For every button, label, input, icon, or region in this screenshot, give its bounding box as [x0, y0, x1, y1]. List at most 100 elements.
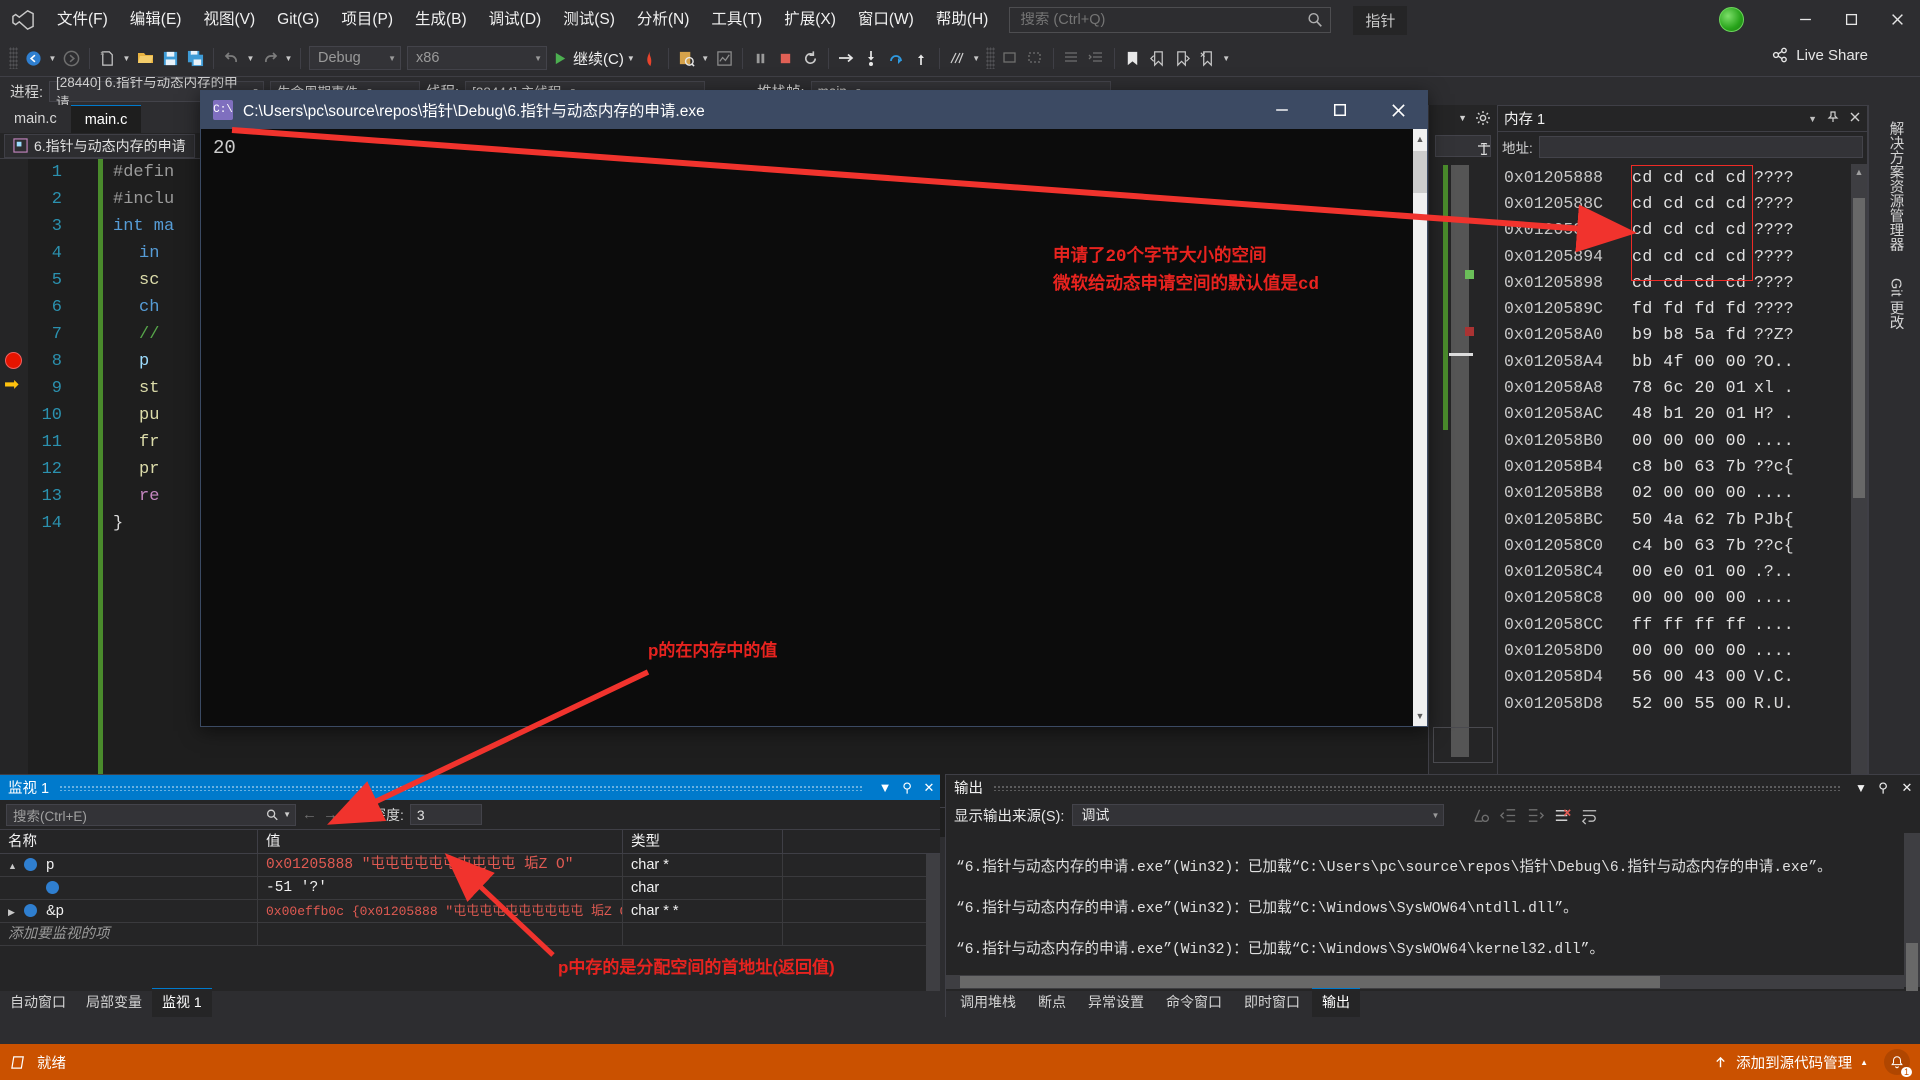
increase-indent-icon[interactable] — [1084, 45, 1109, 71]
tab-output[interactable]: 输出 — [1312, 988, 1360, 1017]
watch-vertical-scrollbar[interactable] — [926, 854, 940, 991]
navigate-forward-icon[interactable] — [59, 45, 84, 71]
save-icon[interactable] — [158, 45, 183, 71]
watch-value[interactable]: 0x00effb0c {0x01205888 "屯屯屯屯屯屯屯屯屯屯 垢Z O"… — [258, 899, 623, 923]
navigate-back-icon[interactable] — [21, 45, 46, 71]
minimize-button[interactable] — [1782, 0, 1828, 38]
watch-search-input[interactable]: 搜索(Ctrl+E) ▼ — [6, 803, 296, 826]
menu-test[interactable]: 测试(S) — [552, 0, 626, 40]
project-scope-combo[interactable]: 6.指针与动态内存的申请 — [4, 133, 195, 158]
tab-call-stack[interactable]: 调用堆栈 — [950, 989, 1026, 1017]
vtab-git-changes[interactable]: Git 更改 — [1883, 268, 1907, 340]
notifications-button[interactable]: 1 — [1884, 1049, 1912, 1077]
menu-project[interactable]: 项目(P) — [330, 0, 404, 40]
open-file-icon[interactable] — [133, 45, 158, 71]
step-over-icon[interactable] — [884, 45, 909, 71]
next-bookmark-icon[interactable] — [1170, 45, 1195, 71]
menu-edit[interactable]: 编辑(E) — [119, 0, 193, 40]
maximize-button[interactable] — [1828, 0, 1874, 38]
scroll-up-icon[interactable]: ▲ — [1413, 129, 1427, 149]
scroll-up-icon[interactable]: ▲ — [1851, 164, 1867, 180]
title-drag-dots[interactable] — [59, 784, 864, 791]
output-hscroll-thumb[interactable] — [960, 976, 1660, 988]
close-icon[interactable]: ✕ — [918, 780, 940, 796]
close-button[interactable] — [1874, 0, 1920, 38]
chevron-down-icon[interactable]: ▼ — [874, 780, 896, 795]
table-row[interactable]: -51 '?' char — [0, 876, 940, 900]
console-scroll-thumb[interactable] — [1413, 151, 1427, 193]
clear-bookmarks-icon[interactable] — [1195, 45, 1220, 71]
title-drag-dots[interactable] — [993, 784, 1840, 791]
hot-reload-icon[interactable] — [638, 45, 663, 71]
watch-name-cell[interactable]: ▶ &p — [0, 899, 258, 923]
whitespace-dropdown[interactable]: ▼ — [970, 45, 983, 71]
column-header-value[interactable]: 值 — [258, 829, 623, 854]
undo-icon[interactable] — [219, 45, 244, 71]
search-depth-input[interactable]: 3 — [409, 804, 482, 825]
save-all-icon[interactable] — [183, 45, 208, 71]
memory-address-input[interactable] — [1538, 136, 1863, 158]
go-to-previous-message-icon[interactable] — [1499, 806, 1518, 825]
column-header-type[interactable]: 类型 — [623, 829, 783, 854]
column-header-name[interactable]: 名称 — [0, 829, 258, 854]
live-preview-dropdown[interactable]: ▼ — [699, 45, 712, 71]
table-row[interactable]: ▲ p 0x01205888 "屯屯屯屯屯屯屯屯屯屯 垢Z O" char * — [0, 853, 940, 877]
split-view-icon[interactable] — [1475, 143, 1493, 155]
solution-configuration-combo[interactable]: Debug ▼ — [309, 46, 401, 70]
toolbar-grip[interactable] — [9, 47, 18, 69]
scroll-down-icon[interactable]: ▼ — [1413, 706, 1427, 726]
show-whitespace-icon[interactable] — [945, 45, 970, 71]
output-text-area[interactable]: “6.指针与动态内存的申请.exe”(Win32)：已加载“C:\Users\p… — [946, 833, 1904, 988]
close-icon[interactable] — [1849, 111, 1861, 127]
tab-immediate-window[interactable]: 即时窗口 — [1234, 989, 1310, 1017]
add-watch-placeholder[interactable]: 添加要监视的项 — [0, 922, 258, 946]
undo-dropdown[interactable]: ▼ — [244, 45, 257, 71]
chevron-down-icon[interactable]: ▼ — [1850, 781, 1872, 795]
toolbar-grip[interactable] — [985, 47, 995, 69]
table-row[interactable]: ▶ &p 0x00effb0c {0x01205888 "屯屯屯屯屯屯屯屯屯屯 … — [0, 899, 940, 923]
watch-name-cell[interactable]: ▲ p — [0, 853, 258, 877]
live-preview-icon[interactable] — [674, 45, 699, 71]
menu-window[interactable]: 窗口(W) — [847, 0, 925, 40]
add-to-source-control-button[interactable]: 添加到源代码管理 ▲ — [1713, 1052, 1868, 1073]
user-avatar[interactable] — [1719, 7, 1744, 32]
redo-icon[interactable] — [257, 45, 282, 71]
tab-command-window[interactable]: 命令窗口 — [1156, 989, 1232, 1017]
watch-value[interactable]: -51 '?' — [258, 876, 623, 900]
table-row-add[interactable]: 添加要监视的项 — [0, 922, 940, 946]
menu-debug[interactable]: 调试(D) — [478, 0, 553, 40]
chevron-down-icon[interactable]: ▼ — [1808, 114, 1817, 124]
tab-breakpoints[interactable]: 断点 — [1028, 989, 1076, 1017]
output-source-combo[interactable]: 调试 ▼ — [1072, 804, 1445, 826]
redo-dropdown[interactable]: ▼ — [282, 45, 295, 71]
gear-icon[interactable] — [1475, 110, 1491, 126]
stop-debugging-icon[interactable] — [773, 45, 798, 71]
console-maximize-button[interactable] — [1311, 91, 1369, 129]
go-to-next-message-icon[interactable] — [1526, 806, 1545, 825]
expander-icon[interactable]: ▶ — [8, 901, 20, 923]
scroll-map-track[interactable] — [1451, 165, 1469, 757]
menu-analyze[interactable]: 分析(N) — [626, 0, 701, 40]
decrease-indent-icon[interactable] — [1059, 45, 1084, 71]
previous-bookmark-icon[interactable] — [1145, 45, 1170, 71]
tab-exception-settings[interactable]: 异常设置 — [1078, 989, 1154, 1017]
uncomment-selection-icon[interactable] — [1023, 45, 1048, 71]
breakpoint-marker[interactable] — [5, 352, 22, 369]
new-file-icon[interactable] — [95, 45, 120, 71]
document-tab-main-c-2[interactable]: main.c — [70, 105, 142, 133]
pin-icon[interactable]: ⚲ — [896, 780, 918, 796]
find-message-icon[interactable] — [1472, 806, 1491, 825]
pin-icon[interactable] — [1827, 110, 1839, 127]
chevron-down-icon[interactable]: ▼ — [1458, 113, 1467, 123]
menu-git[interactable]: Git(G) — [266, 0, 330, 40]
live-share-button[interactable]: Live Share — [1771, 46, 1868, 64]
menu-view[interactable]: 视图(V) — [192, 0, 266, 40]
menu-file[interactable]: 文件(F) — [46, 0, 119, 40]
tab-locals[interactable]: 局部变量 — [76, 989, 152, 1017]
add-watch-value-cell[interactable] — [258, 922, 623, 946]
quick-search[interactable] — [1009, 7, 1332, 33]
step-out-icon[interactable] — [909, 45, 934, 71]
navigate-back-dropdown[interactable]: ▼ — [46, 45, 59, 71]
memory-vertical-scrollbar[interactable]: ▲ ▼ — [1851, 164, 1867, 810]
console-window[interactable]: C:\ C:\Users\pc\source\repos\指针\Debug\6.… — [200, 90, 1428, 727]
